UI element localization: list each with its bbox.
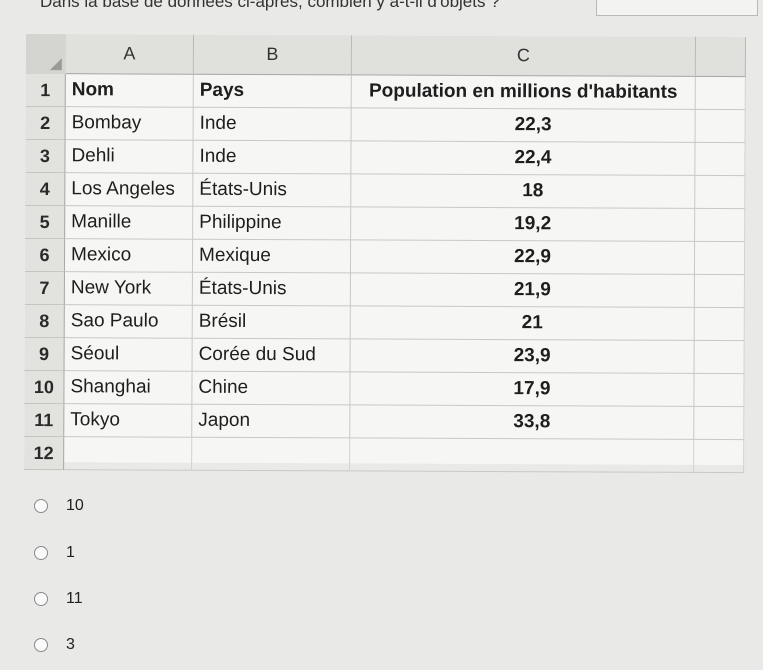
cell-b1[interactable]: Pays [193, 74, 352, 109]
column-header-d[interactable] [695, 36, 746, 78]
cell-c2[interactable]: 22,3 [351, 108, 696, 143]
row-header[interactable]: 12 [24, 436, 65, 471]
row-header[interactable]: 8 [24, 304, 65, 339]
cell-c7[interactable]: 21,9 [350, 273, 695, 308]
cell-b3[interactable]: Inde [193, 140, 352, 175]
cell-c9[interactable]: 23,9 [350, 339, 695, 374]
cell-b11[interactable]: Japon [192, 404, 351, 439]
cell-a7[interactable]: New York [64, 272, 193, 306]
cell-a11[interactable]: Tokyo [64, 404, 193, 438]
cell-c6[interactable]: 22,9 [350, 240, 696, 275]
cell-c4[interactable]: 18 [351, 174, 696, 209]
cell-c5[interactable]: 19,2 [351, 207, 696, 242]
column-header-c[interactable]: C [351, 35, 696, 77]
cell-a10[interactable]: Shanghai [64, 371, 193, 405]
spreadsheet: ABC 1 Nom Pays Population en millions d'hab… [24, 34, 746, 474]
row-header[interactable]: 1 [25, 73, 66, 108]
cell-c3[interactable]: 22,4 [351, 141, 696, 176]
cell-b12[interactable] [192, 437, 351, 472]
option-label: 10 [66, 497, 84, 514]
column-header-b[interactable]: B [193, 34, 352, 76]
cell-d1[interactable] [695, 76, 746, 111]
cell-a4[interactable]: Los Angeles [65, 173, 194, 207]
cell-b5[interactable]: Philippine [193, 206, 352, 241]
cell-a2[interactable]: Bombay [65, 107, 194, 141]
option-label: 11 [66, 590, 83, 607]
radio-button[interactable] [34, 638, 48, 652]
question-text: Dans la base de données ci-après, combie… [40, 0, 500, 11]
cell-d11[interactable] [694, 406, 745, 441]
option-label: 3 [66, 636, 75, 653]
cell-c10[interactable]: 17,9 [350, 372, 695, 407]
row-header[interactable]: 6 [24, 238, 66, 273]
cell-b7[interactable]: États-Unis [192, 272, 351, 307]
cell-c1[interactable]: Population en millions d'habitants [351, 75, 696, 110]
cell-d9[interactable] [694, 340, 745, 375]
cell-b2[interactable]: Inde [193, 107, 352, 142]
cell-b4[interactable]: États-Unis [193, 173, 352, 208]
cell-b6[interactable]: Mexique [192, 239, 352, 274]
row-header[interactable]: 10 [24, 370, 65, 405]
cell-a5[interactable]: Manille [65, 206, 194, 240]
answer-option[interactable]: 10 [34, 494, 84, 518]
cell-c8[interactable]: 21 [350, 306, 695, 341]
row-header[interactable]: 9 [24, 337, 65, 372]
cell-a1[interactable]: Nom [65, 74, 194, 108]
option-label: 1 [66, 544, 75, 561]
column-header-a[interactable]: A [65, 34, 194, 75]
cell-a6[interactable]: Mexico [64, 239, 194, 273]
cell-a9[interactable]: Séoul [64, 338, 193, 372]
cell-b9[interactable]: Corée du Sud [192, 338, 351, 373]
answer-box [596, 0, 758, 16]
cell-d2[interactable] [695, 109, 746, 144]
cell-a12[interactable] [64, 437, 193, 471]
cell-d12[interactable] [694, 439, 745, 474]
cell-a3[interactable]: Dehli [65, 140, 194, 174]
cell-b8[interactable]: Brésil [192, 305, 351, 340]
radio-button[interactable] [34, 592, 48, 606]
cell-d3[interactable] [695, 142, 746, 177]
cell-d5[interactable] [695, 208, 746, 243]
row-header[interactable]: 4 [25, 172, 66, 207]
row-header[interactable]: 7 [24, 271, 65, 306]
row-header[interactable]: 3 [25, 139, 66, 174]
row-header[interactable]: 11 [24, 403, 65, 438]
cell-c12[interactable] [350, 438, 695, 473]
cell-d6[interactable] [694, 241, 746, 276]
cell-d7[interactable] [694, 274, 745, 309]
answer-option[interactable]: 1 [34, 541, 75, 565]
cell-d8[interactable] [694, 307, 745, 342]
answer-option[interactable]: 11 [34, 587, 83, 611]
cell-a8[interactable]: Sao Paulo [64, 305, 193, 339]
select-all-corner[interactable] [25, 34, 66, 75]
cell-d4[interactable] [695, 175, 746, 210]
radio-button[interactable] [34, 546, 48, 560]
answer-option[interactable]: 3 [34, 633, 75, 657]
row-header[interactable]: 2 [25, 106, 66, 141]
cell-c11[interactable]: 33,8 [350, 405, 695, 440]
row-header[interactable]: 5 [25, 205, 66, 240]
cell-b10[interactable]: Chine [192, 371, 351, 406]
cell-d10[interactable] [694, 373, 745, 408]
radio-button[interactable] [34, 499, 48, 513]
